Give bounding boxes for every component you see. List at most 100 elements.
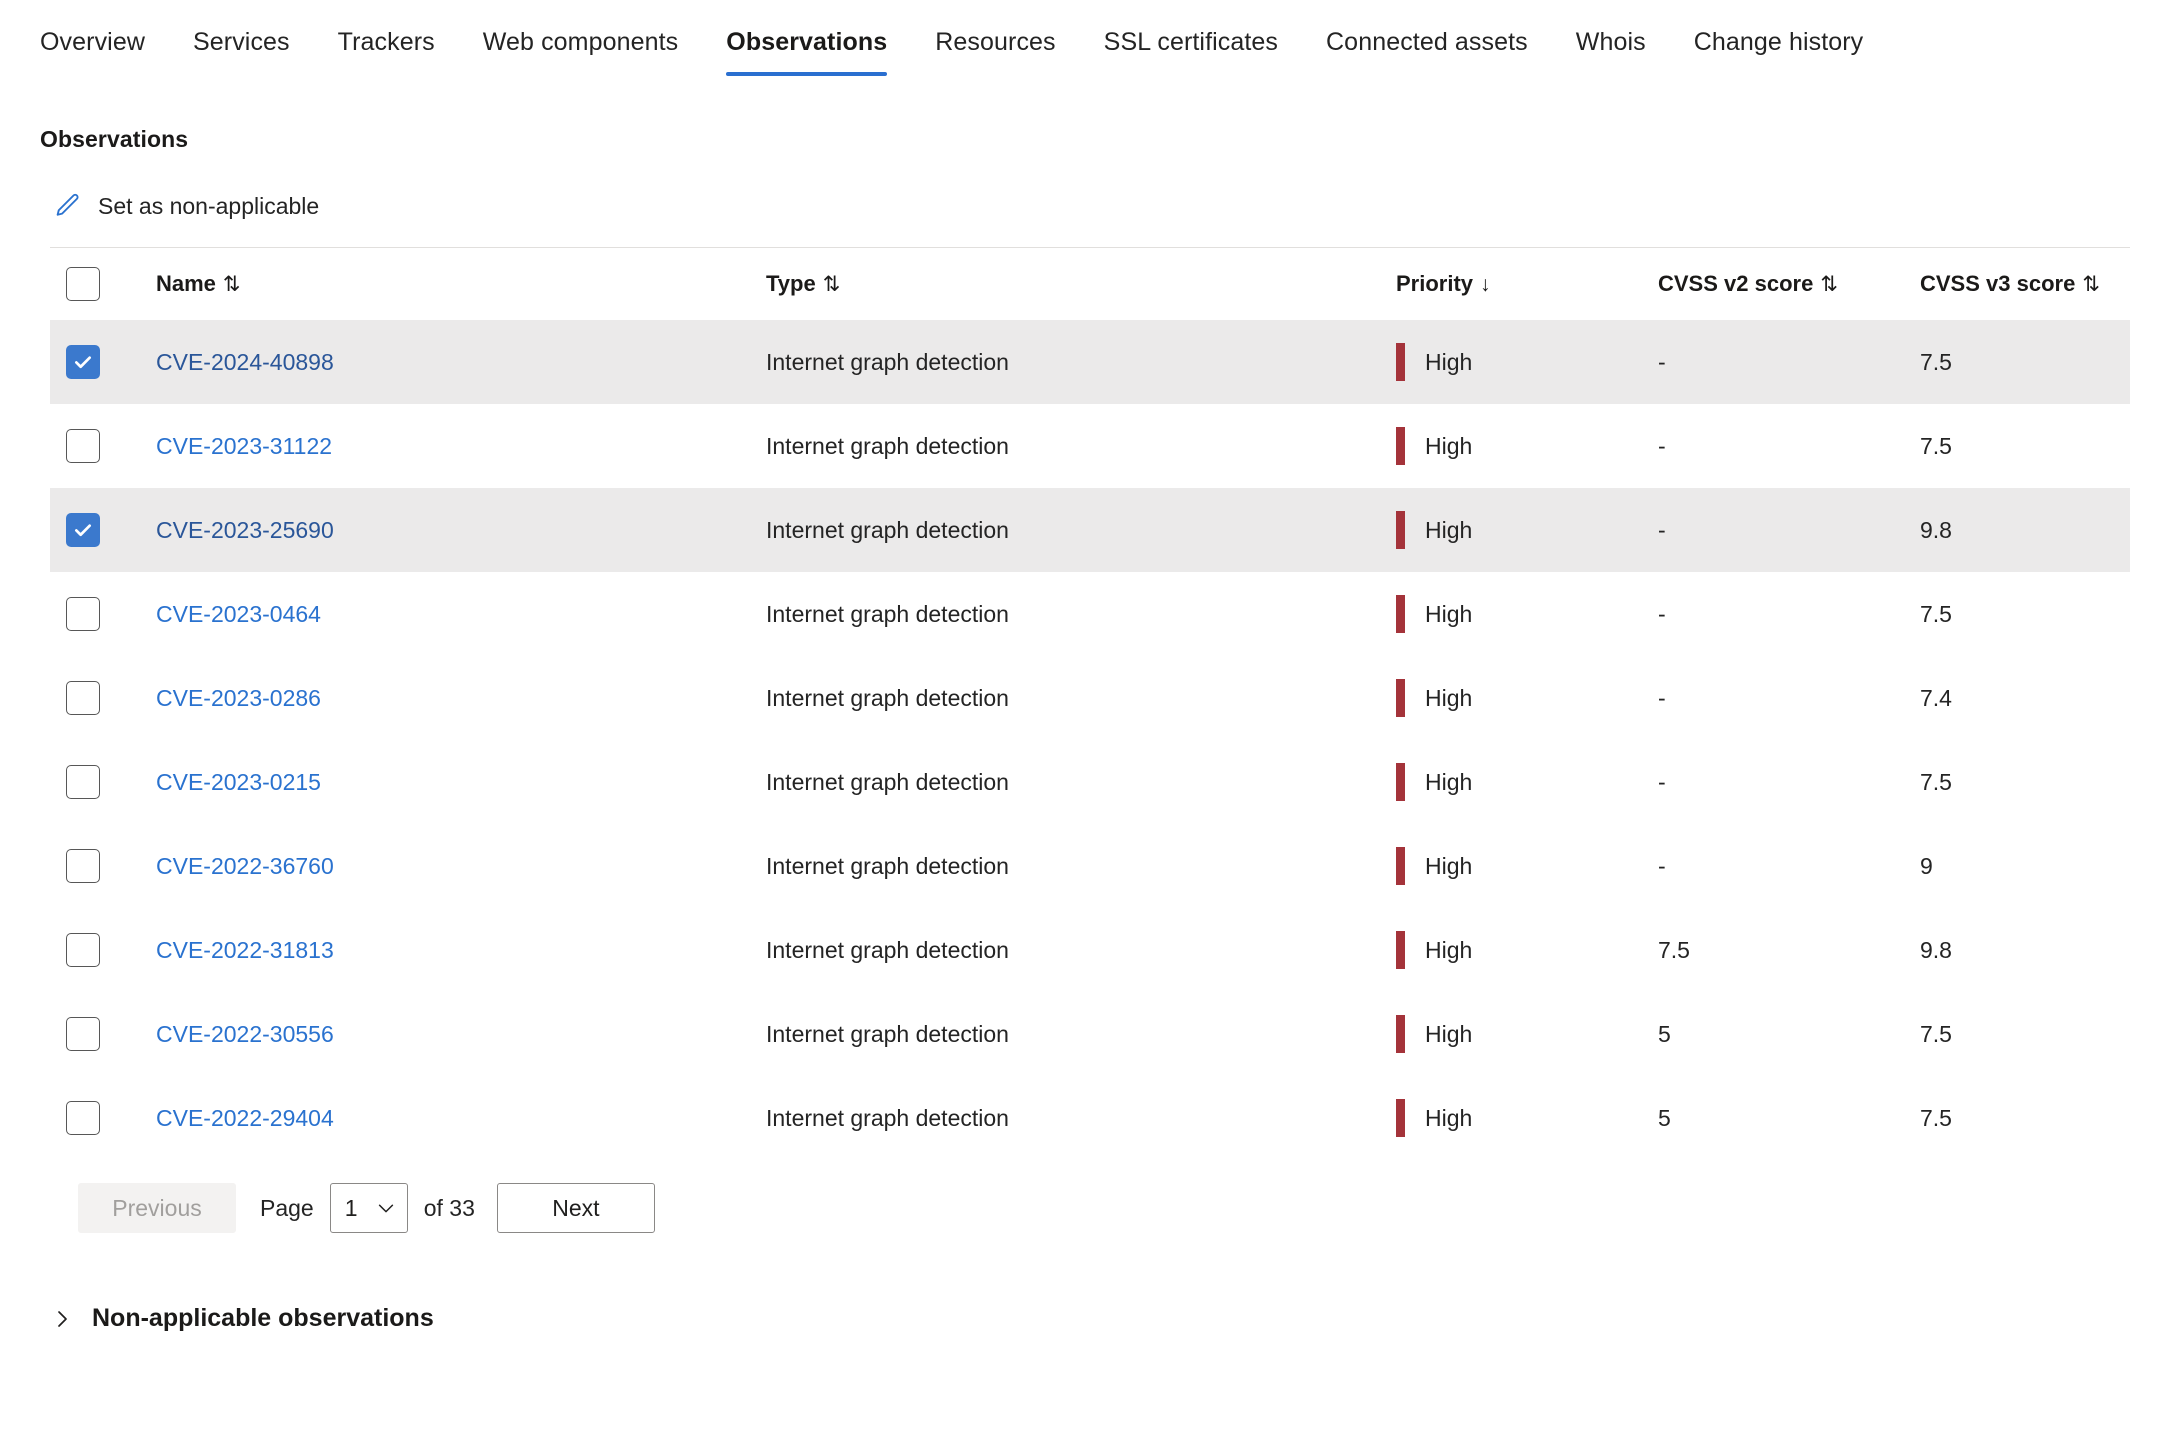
- column-header-name[interactable]: Name ⇅: [146, 271, 766, 297]
- pagination: Previous Page 1 of 33 Next: [78, 1180, 2168, 1236]
- tab-label: Resources: [935, 28, 1056, 56]
- table-row[interactable]: CVE-2023-0464 Internet graph detection Hig…: [50, 572, 2130, 656]
- priority-indicator-bar: [1396, 679, 1405, 717]
- previous-page-button[interactable]: Previous: [78, 1183, 236, 1233]
- observation-name-link[interactable]: CVE-2023-0215: [156, 769, 321, 795]
- row-select-checkbox[interactable]: [66, 429, 100, 463]
- table-row[interactable]: CVE-2023-0215 Internet graph detection Hig…: [50, 740, 2130, 824]
- row-select-checkbox[interactable]: [66, 765, 100, 799]
- cell-cvss-v3: 9.8: [1920, 937, 2130, 964]
- tab-trackers[interactable]: Trackers: [314, 0, 459, 55]
- priority-value: High: [1425, 432, 1473, 459]
- observation-type-value: Internet graph detection: [766, 348, 1009, 375]
- cell-cvss-v3: 7.5: [1920, 601, 2130, 628]
- column-header-cvss-v2[interactable]: CVSS v2 score ⇅: [1658, 271, 1920, 297]
- cell-priority: High: [1396, 1099, 1658, 1137]
- priority-indicator-bar: [1396, 343, 1405, 381]
- column-header-type-label: Type: [766, 271, 816, 296]
- priority-value: High: [1425, 684, 1473, 711]
- observation-name-link[interactable]: CVE-2024-40898: [156, 349, 334, 375]
- tab-label: Change history: [1693, 28, 1864, 56]
- cvss-v3-value: 7.5: [1920, 432, 1952, 459]
- row-select-checkbox[interactable]: [66, 513, 100, 547]
- row-select-checkbox[interactable]: [66, 849, 100, 883]
- tab-change-history[interactable]: Change history: [1670, 0, 1888, 55]
- row-select-checkbox[interactable]: [66, 681, 100, 715]
- column-header-priority[interactable]: Priority ↓: [1396, 271, 1658, 297]
- tab-label: SSL certificates: [1103, 28, 1279, 56]
- tab-overview[interactable]: Overview: [40, 0, 169, 55]
- table-row[interactable]: CVE-2023-0286 Internet graph detection Hig…: [50, 656, 2130, 740]
- sort-icon-name[interactable]: ⇅: [223, 272, 241, 297]
- select-all-checkbox[interactable]: [66, 267, 100, 301]
- non-applicable-observations-expander[interactable]: Non-applicable observations: [50, 1304, 434, 1333]
- priority-value: High: [1425, 936, 1473, 963]
- column-header-cvss-v3[interactable]: CVSS v3 score ⇅: [1920, 271, 2130, 297]
- cvss-v2-value: 5: [1658, 1104, 1671, 1131]
- table-row[interactable]: CVE-2022-30556 Internet graph detection Hi…: [50, 992, 2130, 1076]
- tab-resources[interactable]: Resources: [911, 0, 1079, 55]
- chevron-right-icon: [50, 1307, 74, 1331]
- tab-label: Web components: [482, 28, 679, 56]
- table-row[interactable]: CVE-2022-29404 Internet graph detection Hi…: [50, 1076, 2130, 1160]
- observation-name-link[interactable]: CVE-2023-31122: [156, 433, 332, 459]
- table-row[interactable]: CVE-2023-31122 Internet graph detection Hi…: [50, 404, 2130, 488]
- cvss-v3-value: 9.8: [1920, 516, 1952, 543]
- table-row[interactable]: CVE-2022-31813 Internet graph detection Hi…: [50, 908, 2130, 992]
- row-select-checkbox[interactable]: [66, 933, 100, 967]
- tab-ssl-certificates[interactable]: SSL certificates: [1080, 0, 1302, 55]
- row-select-checkbox[interactable]: [66, 1017, 100, 1051]
- cell-cvss-v3: 9: [1920, 853, 2130, 880]
- row-select-checkbox[interactable]: [66, 1101, 100, 1135]
- tab-services[interactable]: Services: [169, 0, 314, 55]
- column-header-type[interactable]: Type ⇅: [766, 271, 1396, 297]
- row-select-checkbox[interactable]: [66, 597, 100, 631]
- tab-label: Connected assets: [1326, 28, 1528, 56]
- cell-cvss-v2: -: [1658, 769, 1920, 796]
- sort-icon-type[interactable]: ⇅: [823, 272, 841, 297]
- row-select-cell: [50, 765, 146, 799]
- page-total-label: of 33: [423, 1194, 475, 1221]
- row-select-checkbox[interactable]: [66, 345, 100, 379]
- sort-icon-cvss-v2[interactable]: ⇅: [1820, 272, 1838, 297]
- tab-observations[interactable]: Observations: [702, 0, 911, 76]
- observation-name-link[interactable]: CVE-2022-29404: [156, 1105, 334, 1131]
- table-row[interactable]: CVE-2024-40898 Internet graph detection Hi…: [50, 320, 2130, 404]
- observation-name-link[interactable]: CVE-2022-31813: [156, 937, 334, 963]
- observation-name-link[interactable]: CVE-2023-0464: [156, 601, 321, 627]
- sort-icon-cvss-v3[interactable]: ⇅: [2082, 272, 2100, 297]
- priority-value: High: [1425, 768, 1473, 795]
- priority-value: High: [1425, 600, 1473, 627]
- cell-name: CVE-2023-0215: [146, 769, 766, 796]
- observation-type-value: Internet graph detection: [766, 936, 1009, 963]
- set-as-non-applicable-button[interactable]: Set as non-applicable: [50, 183, 319, 229]
- observation-name-link[interactable]: CVE-2022-36760: [156, 853, 334, 879]
- tab-whois[interactable]: Whois: [1552, 0, 1670, 55]
- next-page-button[interactable]: Next: [496, 1183, 655, 1233]
- cvss-v2-value: -: [1658, 432, 1666, 459]
- observation-name-link[interactable]: CVE-2023-0286: [156, 685, 321, 711]
- row-select-cell: [50, 345, 146, 379]
- cell-cvss-v2: 5: [1658, 1105, 1920, 1132]
- column-header-priority-label: Priority: [1396, 271, 1474, 296]
- priority-value: High: [1425, 1104, 1473, 1131]
- table-row[interactable]: CVE-2023-25690 Internet graph detection Hi…: [50, 488, 2130, 572]
- cvss-v2-value: -: [1658, 348, 1666, 375]
- cell-priority: High: [1396, 343, 1658, 381]
- tab-web-components[interactable]: Web components: [459, 0, 703, 55]
- observation-name-link[interactable]: CVE-2022-30556: [156, 1021, 334, 1047]
- cell-priority: High: [1396, 1015, 1658, 1053]
- row-select-cell: [50, 1101, 146, 1135]
- cvss-v2-value: -: [1658, 516, 1666, 543]
- priority-indicator-bar: [1396, 847, 1405, 885]
- tab-connected-assets[interactable]: Connected assets: [1302, 0, 1552, 55]
- cell-cvss-v3: 7.5: [1920, 1021, 2130, 1048]
- page-number-select[interactable]: 1: [329, 1183, 408, 1233]
- table-row[interactable]: CVE-2022-36760 Internet graph detection Hi…: [50, 824, 2130, 908]
- table-header-row: Name ⇅ Type ⇅ Priority ↓ CVSS v2 score ⇅ CVS…: [50, 248, 2130, 320]
- chevron-down-icon: [375, 1197, 397, 1219]
- cell-type: Internet graph detection: [766, 769, 1396, 796]
- observation-name-link[interactable]: CVE-2023-25690: [156, 517, 334, 543]
- sort-icon-priority[interactable]: ↓: [1480, 273, 1491, 297]
- cell-name: CVE-2023-0286: [146, 685, 766, 712]
